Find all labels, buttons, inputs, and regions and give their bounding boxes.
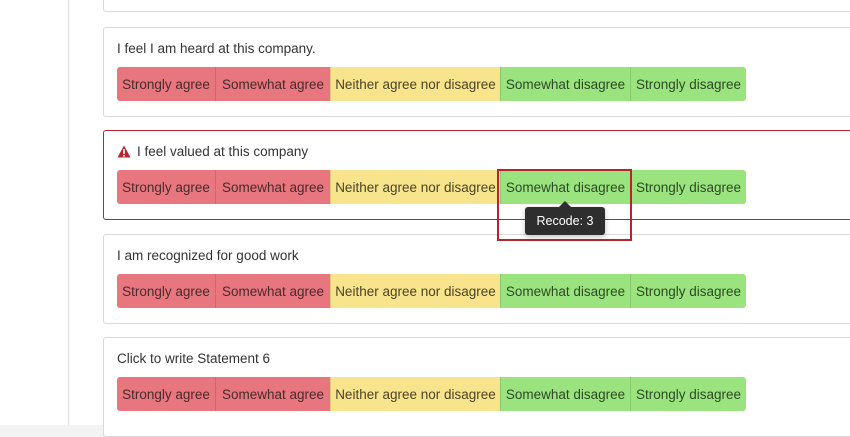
statement-card[interactable]: Click to write Statement 6 Strongly agre… — [103, 337, 850, 437]
choice-strongly-agree[interactable]: Strongly agree — [117, 377, 215, 411]
choice-somewhat-agree[interactable]: Somewhat agree — [215, 170, 330, 204]
choice-somewhat-disagree[interactable]: Somewhat disagree — [500, 170, 630, 204]
left-gutter — [0, 0, 68, 425]
choice-strongly-disagree[interactable]: Strongly disagree — [630, 377, 746, 411]
recode-tooltip: Recode: 3 — [525, 201, 605, 235]
previous-card — [103, 0, 850, 12]
statement-label[interactable]: I feel valued at this company — [137, 144, 308, 159]
choice-neither[interactable]: Neither agree nor disagree — [330, 170, 500, 204]
choice-somewhat-agree[interactable]: Somewhat agree — [215, 67, 330, 101]
choice-scale: Strongly agree Somewhat agree Neither ag… — [117, 274, 746, 308]
choice-strongly-disagree[interactable]: Strongly disagree — [630, 170, 746, 204]
choice-strongly-agree[interactable]: Strongly agree — [117, 67, 215, 101]
statement-card-error[interactable]: I feel valued at this company Strongly a… — [103, 130, 850, 220]
choice-strongly-agree[interactable]: Strongly agree — [117, 170, 215, 204]
statement-text: I feel valued at this company — [117, 144, 308, 159]
statement-text[interactable]: Click to write Statement 6 — [117, 351, 270, 366]
statement-text[interactable]: I am recognized for good work — [117, 248, 299, 263]
choice-neither[interactable]: Neither agree nor disagree — [330, 274, 500, 308]
statement-text[interactable]: I feel I am heard at this company. — [117, 41, 316, 56]
choice-neither[interactable]: Neither agree nor disagree — [330, 377, 500, 411]
choice-somewhat-disagree[interactable]: Somewhat disagree — [500, 377, 630, 411]
choice-strongly-agree[interactable]: Strongly agree — [117, 274, 215, 308]
choice-scale: Strongly agree Somewhat agree Neither ag… — [117, 67, 746, 101]
choice-somewhat-disagree[interactable]: Somewhat disagree — [500, 67, 630, 101]
choice-scale: Strongly agree Somewhat agree Neither ag… — [117, 170, 746, 204]
choice-strongly-disagree[interactable]: Strongly disagree — [630, 67, 746, 101]
choice-scale: Strongly agree Somewhat agree Neither ag… — [117, 377, 746, 411]
choice-neither[interactable]: Neither agree nor disagree — [330, 67, 500, 101]
statement-card[interactable]: I am recognized for good work Strongly a… — [103, 234, 850, 324]
statement-card[interactable]: I feel I am heard at this company. Stron… — [103, 27, 850, 117]
choice-strongly-disagree[interactable]: Strongly disagree — [630, 274, 746, 308]
warning-triangle-icon — [117, 145, 131, 158]
choice-somewhat-agree[interactable]: Somewhat agree — [215, 377, 330, 411]
choice-somewhat-agree[interactable]: Somewhat agree — [215, 274, 330, 308]
choice-somewhat-disagree[interactable]: Somewhat disagree — [500, 274, 630, 308]
